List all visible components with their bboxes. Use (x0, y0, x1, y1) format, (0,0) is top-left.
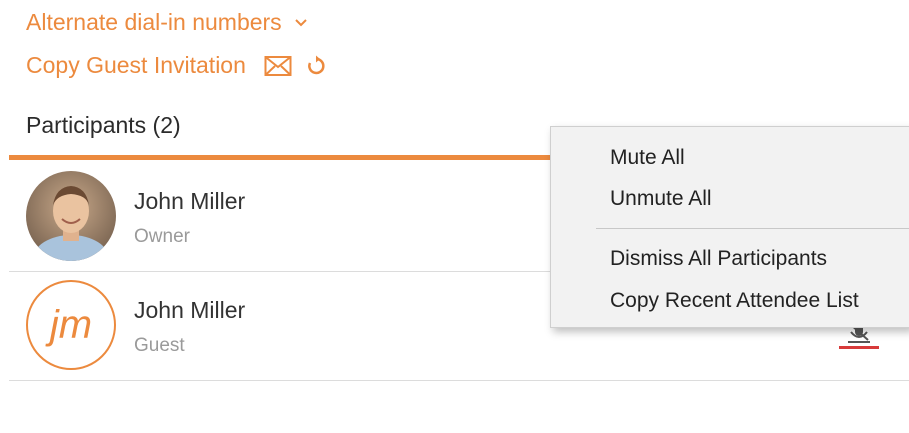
participants-context-menu: Mute All Unmute All Dismiss All Particip… (550, 126, 909, 328)
menu-item-copy-attendee-list[interactable]: Copy Recent Attendee List (610, 289, 859, 313)
chevron-down-icon (294, 16, 308, 30)
copy-guest-invitation-link[interactable]: Copy Guest Invitation (26, 52, 246, 79)
participant-name: John Miller (134, 188, 246, 214)
avatar (26, 171, 116, 261)
menu-item-unmute-all[interactable]: Unmute All (610, 187, 712, 211)
menu-item-mute-all[interactable]: Mute All (610, 146, 685, 170)
mail-icon[interactable] (264, 55, 292, 77)
participant-role: Owner (134, 226, 190, 247)
participants-heading: Participants (2) (26, 112, 181, 138)
alternate-dialin-label: Alternate dial-in numbers (26, 9, 282, 35)
copy-guest-invitation-row: Copy Guest Invitation (26, 52, 327, 79)
muted-indicator (839, 346, 879, 349)
participant-name: John Miller (134, 297, 246, 323)
menu-item-dismiss-all[interactable]: Dismiss All Participants (610, 247, 827, 271)
avatar: jm (26, 280, 116, 370)
alternate-dialin-link[interactable]: Alternate dial-in numbers (26, 9, 308, 36)
avatar-initials: jm (49, 302, 93, 347)
participant-role: Guest (134, 335, 185, 356)
refresh-icon[interactable] (305, 55, 327, 77)
menu-separator (596, 228, 909, 229)
